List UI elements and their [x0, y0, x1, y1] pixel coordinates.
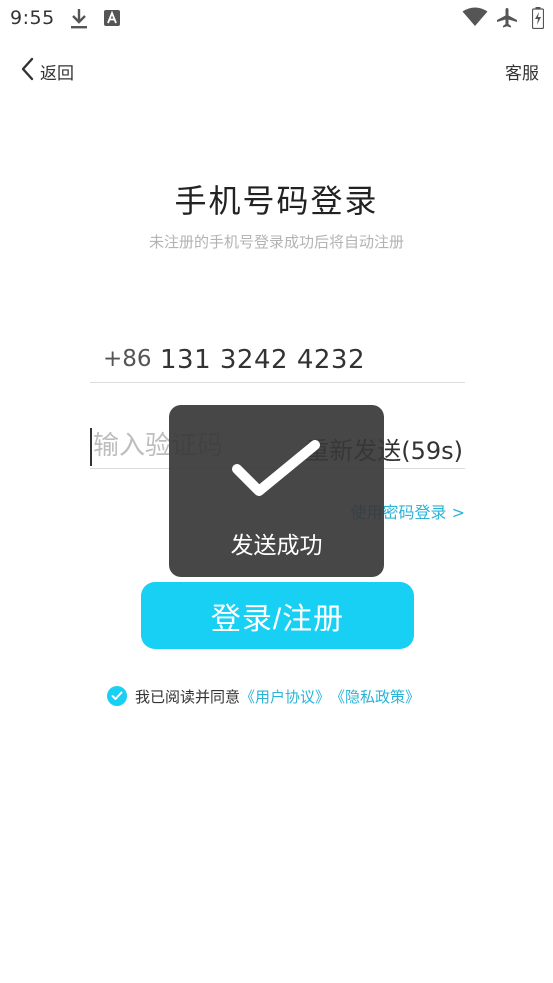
agreement-checkbox[interactable] [107, 686, 127, 706]
back-button[interactable]: 返回 [20, 56, 74, 86]
chevron-left-icon [20, 57, 34, 85]
phone-field-row: +86 [90, 340, 465, 383]
a-notification-icon [104, 10, 120, 30]
airplane-mode-icon [496, 7, 518, 33]
agreement-row: 我已阅读并同意 《用户协议》 《隐私政策》 [107, 685, 420, 707]
user-agreement-link[interactable]: 《用户协议》 [240, 686, 330, 707]
country-code[interactable]: +86 [103, 346, 152, 372]
toast-message: 发送成功 [230, 533, 323, 559]
phone-input[interactable] [160, 340, 460, 380]
check-icon [111, 691, 123, 700]
battery-charging-icon [531, 7, 545, 33]
page-subtitle: 未注册的手机号登录成功后将自动注册 [148, 233, 404, 251]
checkmark-icon [231, 439, 323, 509]
wifi-icon [462, 7, 488, 31]
download-icon [70, 8, 88, 34]
page-title: 手机号码登录 [174, 182, 379, 220]
customer-service-button[interactable]: 客服 [505, 59, 539, 84]
toast: 发送成功 [169, 405, 384, 577]
login-register-button[interactable]: 登录/注册 [141, 582, 414, 649]
status-bar: 9:55 [0, 0, 553, 38]
status-time: 9:55 [10, 7, 55, 29]
privacy-policy-link[interactable]: 《隐私政策》 [330, 686, 420, 707]
back-label: 返回 [40, 63, 74, 84]
text-caret [90, 428, 92, 466]
agreement-text: 我已阅读并同意 [135, 687, 241, 706]
